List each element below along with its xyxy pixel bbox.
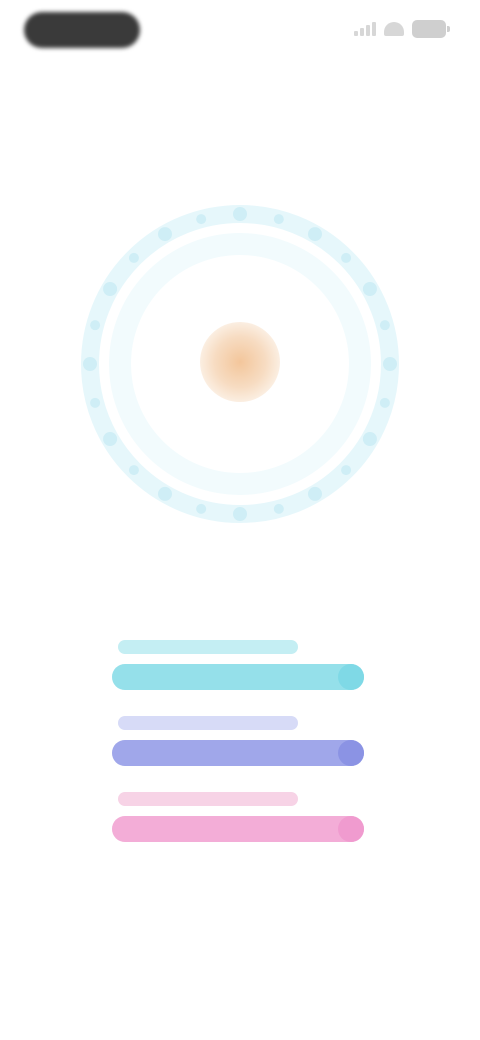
ring-dot	[273, 503, 284, 514]
phase-bar-indigo[interactable]	[112, 712, 364, 774]
ring-dot	[233, 507, 247, 521]
status-bar	[0, 0, 480, 64]
phase-bar-fill-indigo	[112, 740, 364, 766]
time-pill	[24, 12, 140, 48]
phase-bar-track-cyan[interactable]	[112, 664, 364, 690]
ring-dot	[233, 207, 247, 221]
phase-bar-label-pink	[118, 792, 298, 806]
breath-phase-bars	[112, 636, 364, 864]
ring-dot	[128, 465, 139, 476]
ring-dot	[103, 432, 118, 446]
phase-bar-label-indigo	[118, 716, 298, 730]
ring-dot	[158, 227, 172, 242]
ring-dot	[273, 214, 284, 225]
breathing-screen	[0, 0, 480, 1040]
phase-bar-track-pink[interactable]	[112, 816, 364, 842]
battery-icon	[412, 20, 450, 38]
status-icons	[354, 20, 450, 38]
phase-bar-cyan[interactable]	[112, 636, 364, 698]
ring-dot	[128, 252, 139, 263]
phase-bar-knob-indigo[interactable]	[338, 740, 364, 766]
phase-bar-fill-pink	[112, 816, 364, 842]
ring-dot	[103, 282, 118, 296]
wifi-icon	[384, 22, 404, 36]
ring-dot	[341, 465, 352, 476]
ring-dot	[83, 357, 97, 371]
ring-dot	[379, 397, 390, 408]
phase-bar-pink[interactable]	[112, 788, 364, 850]
ring-dot	[362, 282, 377, 296]
ring-dot	[383, 357, 397, 371]
signal-icon	[354, 22, 376, 36]
center-sun	[200, 322, 280, 402]
phase-bar-fill-cyan	[112, 664, 364, 690]
ring-dot	[379, 320, 390, 331]
phase-bar-knob-cyan[interactable]	[338, 664, 364, 690]
ring-dot	[196, 214, 207, 225]
ring-dot	[308, 486, 322, 501]
phase-bar-track-indigo[interactable]	[112, 740, 364, 766]
ring-dot	[362, 432, 377, 446]
ring-dot	[308, 227, 322, 242]
phase-bar-label-cyan	[118, 640, 298, 654]
phase-bar-knob-pink[interactable]	[338, 816, 364, 842]
ring-dot	[158, 486, 172, 501]
ring-dot	[90, 397, 101, 408]
ring-dot	[90, 320, 101, 331]
ring-dot	[196, 503, 207, 514]
ring-dot	[341, 252, 352, 263]
